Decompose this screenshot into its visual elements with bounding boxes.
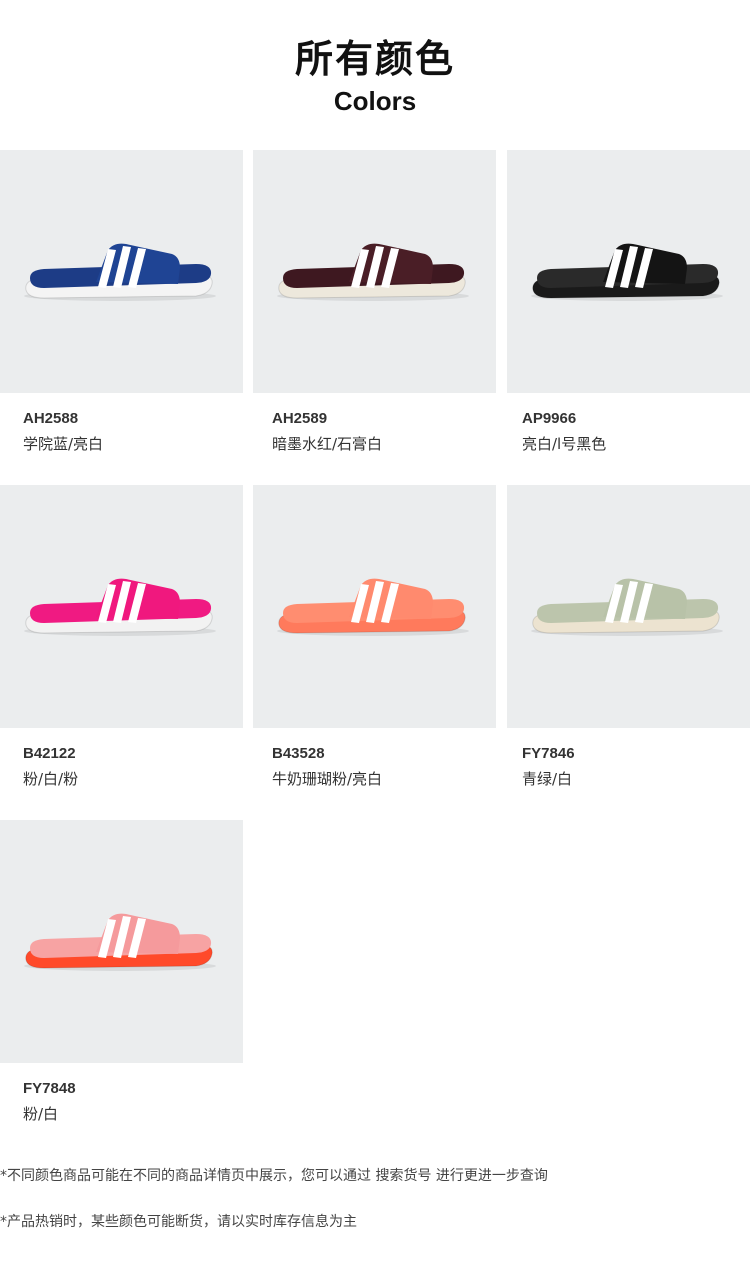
product-code: FY7846 bbox=[522, 745, 575, 762]
slide-sandal-icon bbox=[531, 243, 723, 301]
product-card[interactable]: B42122 粉/白/粉 bbox=[0, 485, 243, 805]
disclaimer-note: *不同颜色商品可能在不同的商品详情页中展示，您可以通过 搜索货号 进行更进一步查… bbox=[0, 1168, 548, 1184]
product-card[interactable]: FY7848 粉/白 bbox=[0, 820, 243, 1140]
product-image[interactable] bbox=[253, 150, 496, 393]
product-color-name: 青绿/白 bbox=[522, 770, 573, 788]
slide-sandal-icon bbox=[277, 243, 469, 301]
product-code: FY7848 bbox=[23, 1080, 76, 1097]
product-code: AP9966 bbox=[522, 410, 577, 427]
product-color-name: 学院蓝/亮白 bbox=[23, 435, 104, 453]
page-title-chinese: 所有颜色 bbox=[294, 37, 455, 81]
product-card[interactable]: FY7846 青绿/白 bbox=[507, 485, 750, 805]
product-code: B43528 bbox=[272, 745, 325, 762]
product-card[interactable]: AP9966 亮白/l号黑色 bbox=[507, 150, 750, 470]
product-image[interactable] bbox=[0, 150, 243, 393]
product-color-name: 牛奶珊瑚粉/亮白 bbox=[272, 770, 383, 788]
product-code: AH2588 bbox=[23, 410, 79, 427]
product-image[interactable] bbox=[0, 820, 243, 1063]
slide-sandal-icon bbox=[277, 578, 469, 636]
product-card[interactable]: AH2588 学院蓝/亮白 bbox=[0, 150, 243, 470]
slide-sandal-icon bbox=[24, 913, 216, 971]
product-color-name: 亮白/l号黑色 bbox=[522, 435, 607, 453]
product-color-name: 粉/白 bbox=[23, 1105, 59, 1123]
product-color-name: 暗墨水红/石膏白 bbox=[272, 435, 383, 453]
product-image[interactable] bbox=[507, 150, 750, 393]
slide-sandal-icon bbox=[531, 578, 723, 636]
product-card[interactable]: AH2589 暗墨水红/石膏白 bbox=[253, 150, 496, 470]
slide-sandal-icon bbox=[24, 243, 216, 301]
product-code: B42122 bbox=[23, 745, 76, 762]
product-color-name: 粉/白/粉 bbox=[23, 770, 79, 788]
product-card[interactable]: B43528 牛奶珊瑚粉/亮白 bbox=[253, 485, 496, 805]
page-title-english: Colors bbox=[333, 86, 417, 116]
product-image[interactable] bbox=[0, 485, 243, 728]
product-code: AH2589 bbox=[272, 410, 328, 427]
product-image[interactable] bbox=[253, 485, 496, 728]
slide-sandal-icon bbox=[24, 578, 216, 636]
disclaimer-note: *产品热销时，某些颜色可能断货，请以实时库存信息为主 bbox=[0, 1214, 357, 1230]
product-image[interactable] bbox=[507, 485, 750, 728]
